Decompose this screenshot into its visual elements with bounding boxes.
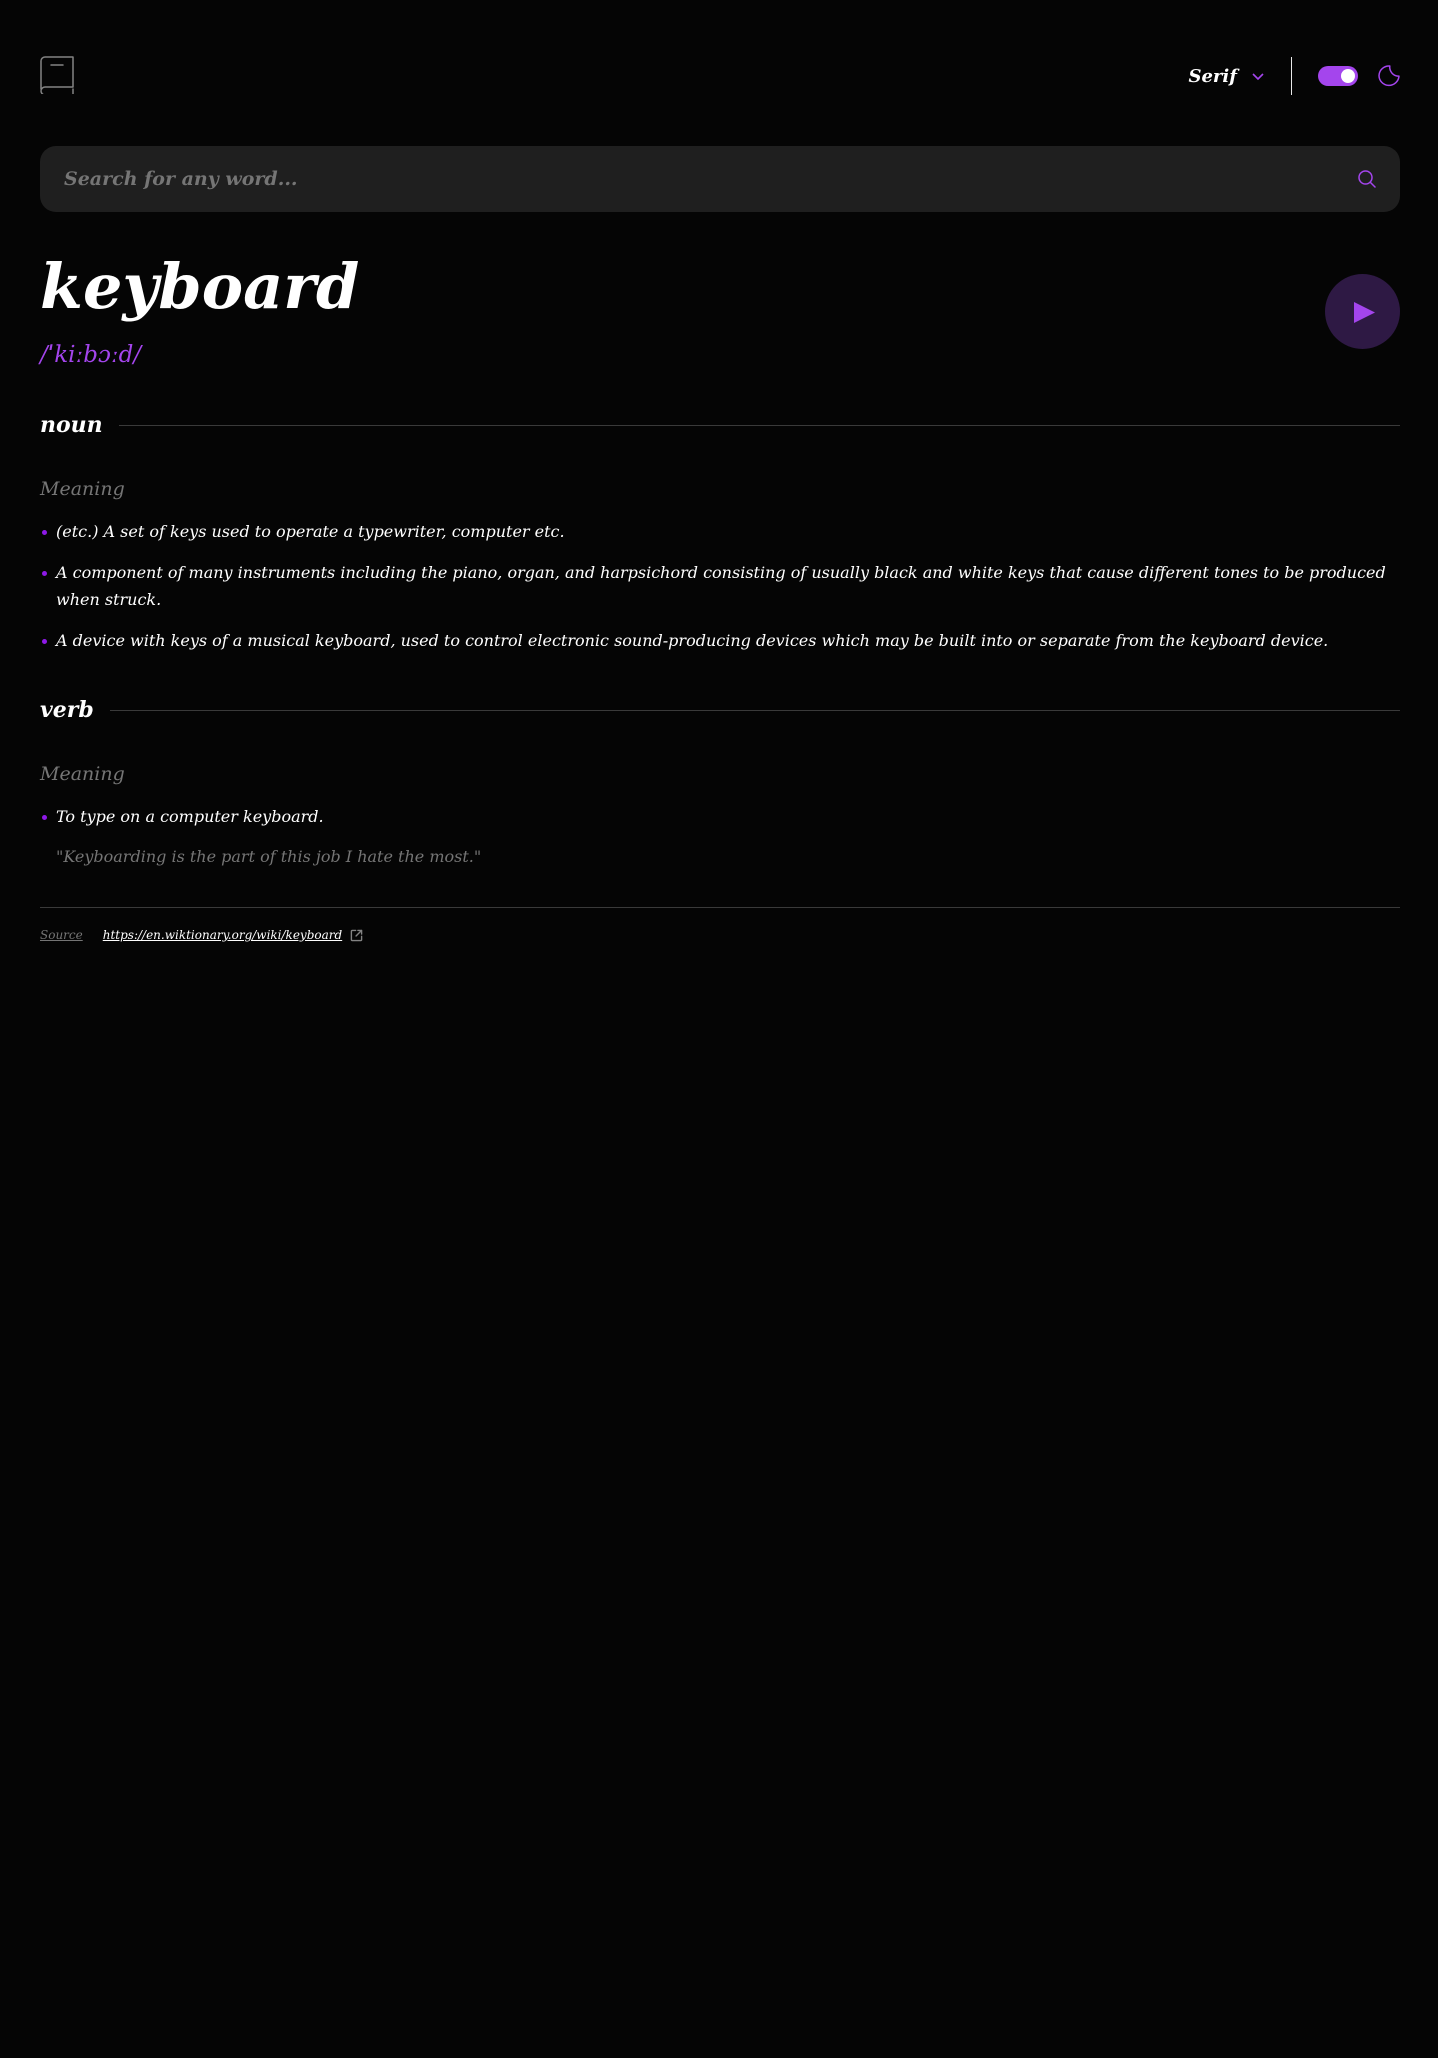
header: Serif (40, 56, 1400, 96)
search-icon[interactable] (1358, 170, 1376, 188)
definition-item: (etc.) A set of keys used to operate a t… (40, 518, 1400, 545)
definition-text: A device with keys of a musical keyboard… (56, 631, 1329, 650)
definition-text: A component of many instruments includin… (56, 563, 1386, 609)
external-link-icon[interactable] (350, 929, 363, 942)
definition-text: (etc.) A set of keys used to operate a t… (56, 522, 565, 541)
phonetic: /ˈkiːbɔːd/ (40, 342, 142, 368)
word-title: keyboard (40, 250, 360, 323)
definition-item: A device with keys of a musical keyboard… (40, 627, 1400, 654)
footer-divider (40, 907, 1400, 908)
part-of-speech-label: verb (40, 697, 94, 723)
part-of-speech-label: noun (40, 412, 103, 438)
definition-list-verb: To type on a computer keyboard. (40, 803, 1400, 844)
header-divider (1291, 57, 1292, 95)
section-divider (118, 424, 1400, 426)
search-input[interactable] (64, 146, 1324, 212)
toggle-knob (1341, 69, 1355, 83)
bullet (42, 639, 47, 644)
header-controls: Serif (1188, 56, 1400, 96)
chevron-down-icon (1252, 73, 1264, 81)
play-audio-button[interactable] (1325, 274, 1400, 349)
moon-icon (1378, 65, 1400, 87)
example-quote: "Keyboarding is the part of this job I h… (56, 847, 482, 866)
source-link[interactable]: https://en.wiktionary.org/wiki/keyboard (103, 928, 342, 942)
source: Source https://en.wiktionary.org/wiki/ke… (40, 924, 363, 946)
bullet (42, 530, 47, 535)
part-of-speech-verb: verb (40, 693, 1400, 727)
search-bar (40, 146, 1400, 212)
font-selector[interactable]: Serif (1188, 66, 1265, 87)
section-divider (109, 709, 1400, 711)
definition-item: A component of many instruments includin… (40, 559, 1400, 613)
bullet (42, 571, 47, 576)
definition-item: To type on a computer keyboard. (40, 803, 1400, 830)
source-label: Source (40, 928, 83, 942)
definition-list-noun: (etc.) A set of keys used to operate a t… (40, 518, 1400, 668)
meaning-heading: Meaning (40, 478, 125, 500)
definition-text: To type on a computer keyboard. (56, 807, 324, 826)
bullet (42, 815, 47, 820)
book-icon[interactable] (40, 56, 74, 94)
play-icon (1354, 302, 1375, 323)
part-of-speech-noun: noun (40, 408, 1400, 442)
meaning-heading: Meaning (40, 763, 125, 785)
theme-toggle[interactable] (1318, 66, 1358, 86)
font-selector-label: Serif (1188, 65, 1237, 87)
